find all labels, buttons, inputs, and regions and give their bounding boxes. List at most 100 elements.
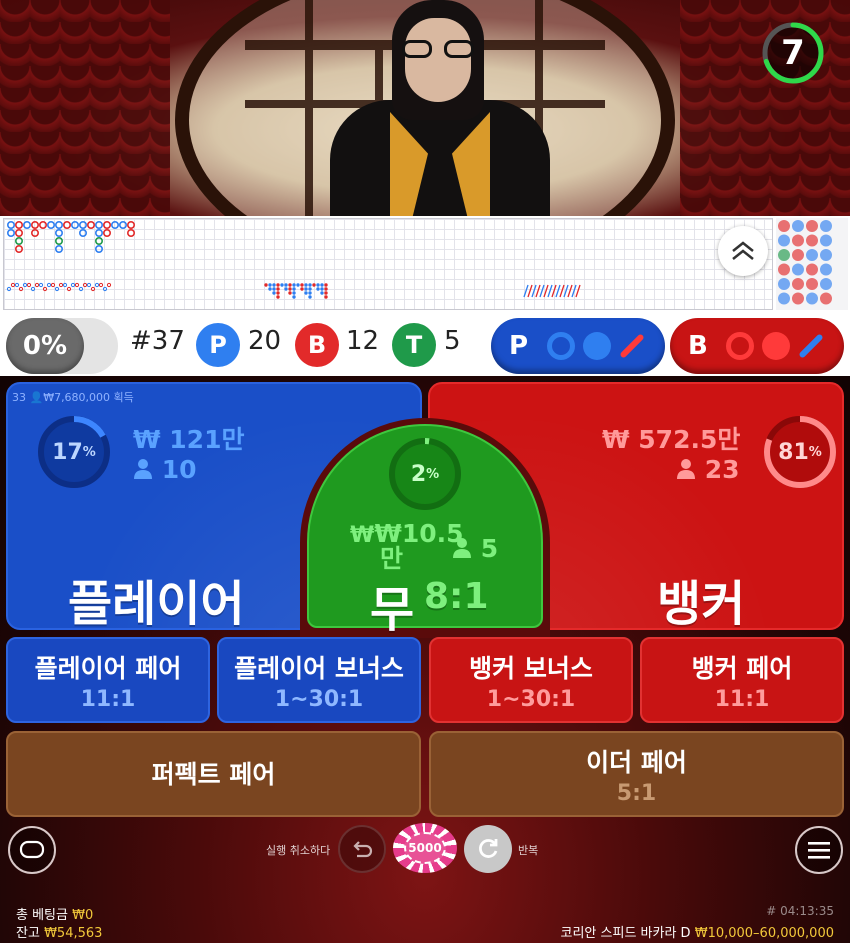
small-road-mark: [324, 287, 328, 291]
tie-badge: T: [392, 323, 436, 367]
bead-plate-mark: [820, 263, 832, 276]
expand-roadmap-button[interactable]: [718, 226, 768, 276]
small-road-mark: [284, 287, 288, 291]
stats-bar: 0% #37 P 20 B 12 T 5 P B: [0, 314, 850, 376]
dealer-glasses: [402, 40, 474, 58]
table-info[interactable]: 코리안 스피드 바카라 D ₩10,000–60,000,000: [561, 922, 834, 941]
big-road-mark: [127, 229, 136, 238]
round-number: #37: [130, 326, 185, 356]
cockroach-road-mark: [551, 284, 557, 298]
small-road-mark: [284, 283, 288, 287]
menu-button[interactable]: [795, 826, 843, 874]
player-pair-bet[interactable]: 플레이어 페어 11:1: [6, 637, 210, 723]
bead-plate-mark: [778, 249, 790, 261]
big-road-mark: [103, 229, 112, 238]
tie-count: 5: [444, 326, 461, 356]
bead-plate-mark: [792, 220, 804, 232]
banker-pair-bet[interactable]: 뱅커 페어 11:1: [640, 637, 844, 723]
big-road-mark: [119, 220, 128, 230]
banker-ask-button[interactable]: B: [670, 318, 844, 374]
scoreboard-grid: [3, 218, 773, 310]
either-pair-odds: 5:1: [616, 780, 657, 806]
banker-pair-label: 뱅커 페어: [691, 653, 793, 683]
cockroach-road-mark: [523, 284, 529, 298]
bead-plate-mark: [820, 278, 832, 290]
banker-bettor-count: 23: [676, 455, 740, 484]
cockroach-road-mark: [567, 284, 573, 298]
game-id: # 04:13:35: [766, 904, 834, 918]
big-road-mark: [6, 220, 16, 230]
big-road-mark: [71, 220, 80, 230]
small-road-mark: [292, 291, 296, 295]
total-bet: 총 베팅금 ₩0: [16, 904, 93, 923]
small-road-mark: [300, 283, 304, 287]
big-road-mark: [95, 229, 104, 238]
table-limits: ₩10,000–60,000,000: [694, 926, 834, 941]
big-eye-road-mark: [86, 282, 92, 288]
small-road-mark: [268, 287, 272, 291]
percent-toggle[interactable]: 0%: [6, 318, 118, 374]
small-road-mark: [276, 295, 280, 299]
user-icon: [134, 459, 152, 479]
either-pair-bet[interactable]: 이더 페어 5:1: [429, 731, 844, 817]
big-eye-road-mark: [18, 286, 24, 292]
player-total-amount: ₩ 121만: [133, 425, 245, 454]
cockroach-road-mark: [559, 284, 565, 298]
repeat-label: 반복: [518, 844, 539, 857]
bead-plate-mark: [806, 278, 818, 290]
small-road-mark: [308, 291, 312, 295]
big-road-mark: [54, 244, 63, 253]
player-ask-button[interactable]: P: [491, 318, 665, 374]
player-ask-label: P: [509, 331, 529, 361]
cockroach-road-icon: [798, 333, 824, 359]
cockroach-road-mark: [563, 284, 569, 298]
chat-button[interactable]: [8, 826, 56, 874]
banker-win-count: 12: [346, 326, 380, 356]
chat-bubble-icon: [19, 840, 45, 859]
big-road-mark: [54, 236, 63, 245]
big-eye-road-mark: [62, 282, 68, 288]
undo-button[interactable]: [338, 825, 386, 873]
small-road-mark: [288, 287, 292, 291]
player-pair-label: 플레이어 페어: [34, 653, 182, 683]
cockroach-road-mark: [539, 284, 545, 298]
bead-plate-mark: [792, 263, 804, 276]
big-eye-road-mark: [70, 282, 76, 288]
perfect-pair-bet[interactable]: 퍼펙트 페어: [6, 731, 421, 817]
player-bonus-label: 플레이어 보너스: [234, 653, 404, 683]
either-pair-label: 이더 페어: [586, 747, 687, 777]
big-road-mark: [6, 229, 16, 238]
big-road-mark: [15, 244, 24, 253]
last-win-note: 33 👤₩7,680,000 획득: [12, 391, 134, 404]
player-win-count: 20: [248, 326, 282, 356]
banker-bonus-bet[interactable]: 뱅커 보너스 1~30:1: [429, 637, 633, 723]
bead-plate-mark: [806, 263, 818, 276]
player-bonus-bet[interactable]: 플레이어 보너스 1~30:1: [217, 637, 421, 723]
small-road-mark: [308, 283, 312, 287]
big-eye-road-mark: [30, 286, 36, 292]
big-road-mark: [79, 229, 88, 238]
bead-plate-mark: [820, 220, 832, 232]
small-road-mark: [276, 283, 280, 287]
bead-plate-mark: [778, 220, 790, 232]
small-road-mark: [296, 283, 300, 287]
big-eye-road-icon: [726, 332, 754, 360]
big-eye-road-mark: [46, 282, 52, 288]
player-label: 플레이어: [68, 576, 245, 632]
chip-selector[interactable]: 5000: [393, 823, 457, 873]
big-eye-road-mark: [10, 282, 16, 288]
chip-value: 5000: [404, 832, 446, 864]
big-eye-road-mark: [42, 286, 48, 292]
repeat-button[interactable]: [464, 825, 512, 873]
player-percent: 17%: [52, 439, 96, 465]
small-road-mark: [320, 287, 324, 291]
user-icon: [677, 459, 695, 479]
big-road-mark: [38, 220, 47, 230]
total-bet-value: ₩0: [72, 908, 94, 923]
bead-plate-mark: [792, 234, 804, 247]
banker-label: 뱅커: [657, 576, 746, 632]
big-eye-road-mark: [90, 286, 96, 292]
banker-pair-odds: 11:1: [714, 686, 770, 712]
big-eye-road-mark: [6, 286, 12, 292]
player-bonus-odds: 1~30:1: [274, 686, 364, 712]
